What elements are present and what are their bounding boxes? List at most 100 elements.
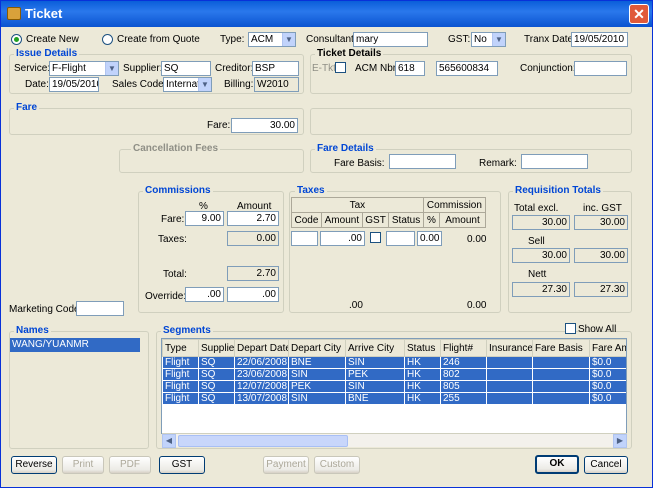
comm-total-label: Total: bbox=[163, 269, 187, 280]
service-select[interactable]: F-Flight ▼ bbox=[49, 61, 119, 76]
segment-row[interactable]: Flight SQ 23/06/2008 SIN PEK HK 802 $0.0 bbox=[162, 368, 626, 381]
commissions-title: Commissions bbox=[143, 185, 213, 196]
date-label: Date: bbox=[25, 79, 49, 90]
segments-col-header[interactable]: Depart City bbox=[288, 339, 346, 357]
commission-header: Commission bbox=[422, 197, 487, 213]
tax-code-field[interactable] bbox=[291, 231, 318, 246]
scroll-left-icon[interactable]: ◀ bbox=[162, 434, 176, 448]
tax-gst-checkbox[interactable] bbox=[370, 232, 381, 243]
ok-button[interactable]: OK bbox=[535, 455, 579, 474]
conjunction-field[interactable] bbox=[574, 61, 627, 76]
segment-cell: BNE bbox=[345, 392, 405, 405]
segments-col-header[interactable]: Arrive City bbox=[345, 339, 405, 357]
segments-horizontal-scrollbar[interactable]: ◀ ▶ bbox=[162, 433, 627, 448]
segment-cell bbox=[486, 368, 533, 381]
show-all-label[interactable]: Show All bbox=[578, 324, 616, 335]
date-field[interactable]: 19/05/2010 bbox=[49, 77, 99, 92]
chevron-down-icon: ▼ bbox=[198, 78, 211, 91]
segments-col-header[interactable]: Insurance bbox=[486, 339, 533, 357]
reverse-button[interactable]: Reverse bbox=[11, 456, 57, 474]
inc-gst-label: inc. GST bbox=[583, 203, 622, 214]
segments-col-header[interactable]: Type bbox=[162, 339, 199, 357]
tax-amount-field[interactable]: .00 bbox=[320, 231, 365, 246]
title-bar[interactable]: Ticket ✕ bbox=[1, 1, 652, 27]
close-button[interactable]: ✕ bbox=[629, 4, 649, 24]
override-amount-field[interactable]: .00 bbox=[227, 287, 279, 302]
creditor-field[interactable]: BSP bbox=[252, 61, 299, 76]
total-inc-field: 30.00 bbox=[574, 215, 628, 230]
pdf-button[interactable]: PDF bbox=[109, 456, 151, 474]
scroll-thumb[interactable] bbox=[178, 435, 348, 447]
segment-cell: SIN bbox=[288, 368, 346, 381]
show-all-checkbox[interactable] bbox=[565, 323, 576, 334]
gst-select[interactable]: No ▼ bbox=[471, 32, 506, 47]
gst-button[interactable]: GST bbox=[159, 456, 205, 474]
cancel-button[interactable]: Cancel bbox=[584, 456, 628, 474]
fare-label: Fare: bbox=[207, 120, 231, 131]
consultant-field[interactable]: mary bbox=[353, 32, 428, 47]
col-pct: % bbox=[422, 212, 441, 228]
fare-field[interactable]: 30.00 bbox=[231, 118, 298, 133]
segment-row[interactable]: Flight SQ 13/07/2008 SIN BNE HK 255 $0.0 bbox=[162, 392, 626, 405]
custom-button[interactable]: Custom bbox=[314, 456, 360, 474]
name-list-item[interactable]: WANG/YUANMR bbox=[10, 338, 140, 352]
billing-label: Billing: bbox=[224, 79, 254, 90]
segments-col-header[interactable]: Fare Basis bbox=[532, 339, 590, 357]
segment-cell: Flight bbox=[162, 380, 199, 393]
comm-fare-amount-field[interactable]: 2.70 bbox=[227, 211, 279, 226]
conjunction-label: Conjunction: bbox=[520, 63, 576, 74]
chevron-down-icon: ▼ bbox=[492, 33, 505, 46]
create-from-quote-label[interactable]: Create from Quote bbox=[117, 34, 200, 45]
supplier-field[interactable]: SQ bbox=[161, 61, 211, 76]
segments-col-header[interactable]: Status bbox=[404, 339, 441, 357]
remark-field[interactable] bbox=[521, 154, 588, 169]
segment-row[interactable]: Flight SQ 12/07/2008 PEK SIN HK 805 $0.0 bbox=[162, 380, 626, 393]
create-new-label[interactable]: Create New bbox=[26, 34, 79, 45]
segment-cell: SIN bbox=[288, 392, 346, 405]
segment-cell: Flight bbox=[162, 368, 199, 381]
ticket-window: Ticket ✕ Create New Create from Quote Ty… bbox=[0, 0, 653, 488]
creditor-label: Creditor: bbox=[215, 63, 254, 74]
marketing-code-label: Marketing Code: bbox=[9, 304, 83, 315]
blank-group bbox=[310, 108, 632, 135]
etkt-checkbox[interactable] bbox=[335, 62, 346, 73]
col-code: Code bbox=[291, 212, 322, 228]
segment-row[interactable]: Flight SQ 22/06/2008 BNE SIN HK 246 $0.0 bbox=[162, 356, 626, 369]
segment-cell: BNE bbox=[288, 356, 346, 369]
segment-cell: PEK bbox=[345, 368, 405, 381]
segments-title: Segments bbox=[161, 325, 213, 336]
acm-nbr-label: ACM Nbr: bbox=[355, 63, 399, 74]
segment-cell: SIN bbox=[345, 356, 405, 369]
segments-col-header[interactable]: Supplier bbox=[198, 339, 235, 357]
segment-cell: HK bbox=[404, 368, 441, 381]
marketing-code-field[interactable] bbox=[76, 301, 124, 316]
comm-fare-pct-field[interactable]: 9.00 bbox=[185, 211, 224, 226]
cancellation-fees-title: Cancellation Fees bbox=[131, 143, 221, 154]
segments-col-header[interactable]: Depart Date bbox=[234, 339, 289, 357]
segments-col-header[interactable]: Flight# bbox=[440, 339, 487, 357]
payment-button[interactable]: Payment bbox=[263, 456, 309, 474]
tranx-date-field[interactable]: 19/05/2010 bbox=[571, 32, 628, 47]
segment-cell: 802 bbox=[440, 368, 487, 381]
fare-basis-field[interactable] bbox=[389, 154, 456, 169]
sales-code-label: Sales Code: bbox=[112, 79, 167, 90]
segment-cell: SQ bbox=[198, 392, 235, 405]
col-gst: GST bbox=[361, 212, 390, 228]
fare-details-title: Fare Details bbox=[315, 143, 376, 154]
segments-col-header[interactable]: Fare Amount bbox=[589, 339, 626, 357]
type-select[interactable]: ACM ▼ bbox=[248, 32, 296, 47]
ticket-icon bbox=[7, 7, 21, 20]
print-button[interactable]: Print bbox=[62, 456, 104, 474]
sales-code-select[interactable]: Internat ▼ bbox=[163, 77, 212, 92]
tax-comm-pct-field[interactable]: 0.00 bbox=[417, 231, 442, 246]
override-pct-field[interactable]: .00 bbox=[185, 287, 224, 302]
segment-cell: HK bbox=[404, 356, 441, 369]
acm-nbr-field-2[interactable]: 565600834 bbox=[436, 61, 498, 76]
acm-nbr-field-1[interactable]: 618 bbox=[395, 61, 425, 76]
segment-cell: $0.0 bbox=[589, 392, 626, 405]
create-new-radio[interactable] bbox=[11, 34, 22, 45]
taxes-table: Tax Commission Code Amount GST Status% Amount bbox=[291, 197, 487, 228]
scroll-right-icon[interactable]: ▶ bbox=[613, 434, 627, 448]
create-from-quote-radio[interactable] bbox=[102, 34, 113, 45]
tax-status-field[interactable] bbox=[386, 231, 415, 246]
